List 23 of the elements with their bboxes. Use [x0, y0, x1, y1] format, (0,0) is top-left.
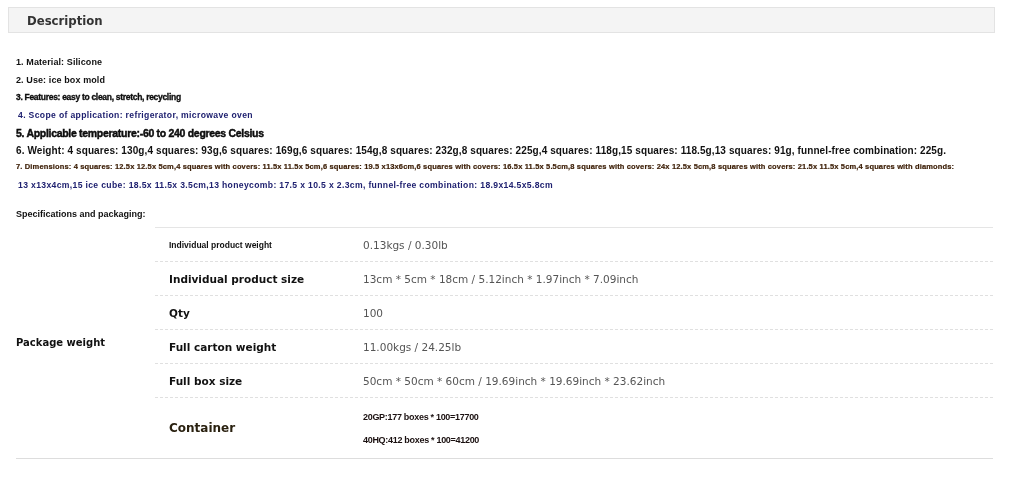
spec-value: 50cm * 50cm * 60cm / 19.69inch * 19.69inch * 23.62inch: [363, 374, 667, 387]
feature-line: 3. Features: easy to clean, stretch, recycling: [16, 92, 182, 104]
spec-value: 0.13kgs / 0.30lb: [363, 238, 449, 251]
spec-value: 13cm * 5cm * 18cm / 5.12inch * 1.97inch * 7.09inch: [363, 272, 640, 285]
feature-line: 1. Material: Silicone: [16, 57, 104, 69]
feature-line: 4. Scope of application: refrigerator, microwave oven: [17, 109, 254, 122]
feature-line: 2. Use: ice box mold: [16, 74, 107, 87]
spec-label: Individual product weight: [169, 239, 273, 250]
section-title: Description: [27, 12, 103, 28]
feature-line: 13 x13x4cm,15 ice cube: 18.5x 11.5x 3.5cm,13 honeycomb: 17.5 x 10.5 x 2.3cm, funnel-free combination: 18.9x14.5x5.8cm: [17, 179, 554, 192]
spec-value: 100: [363, 306, 385, 319]
feature-line: 5. Applicable temperature:-60 to 240 degrees Celsius: [16, 127, 265, 141]
spec-label: Full carton weight: [169, 340, 278, 353]
spec-label: Individual product size: [169, 272, 306, 285]
spec-value: 40HQ:412 boxes * 100=41200: [363, 434, 481, 445]
spec-label: Full box size: [169, 374, 244, 387]
feature-line: 6. Weight: 4 squares: 130g,4 squares: 93g,6 squares: 169g,6 squares: 154g,8 squares: 232g,8 squares: 225g,4 squares: 118g,15 squares: 118.5g,13 squares: 91g, funnel-free combination: 225g.: [16, 144, 948, 158]
spec-label: Qty: [169, 306, 191, 319]
group-label: Package weight: [16, 337, 106, 348]
spec-value: 20GP:177 boxes * 100=17700: [363, 411, 480, 422]
spec-label: Container: [169, 421, 237, 435]
spec-value: 11.00kgs / 24.25lb: [363, 340, 463, 353]
section-heading: Specifications and packaging:: [16, 209, 146, 219]
